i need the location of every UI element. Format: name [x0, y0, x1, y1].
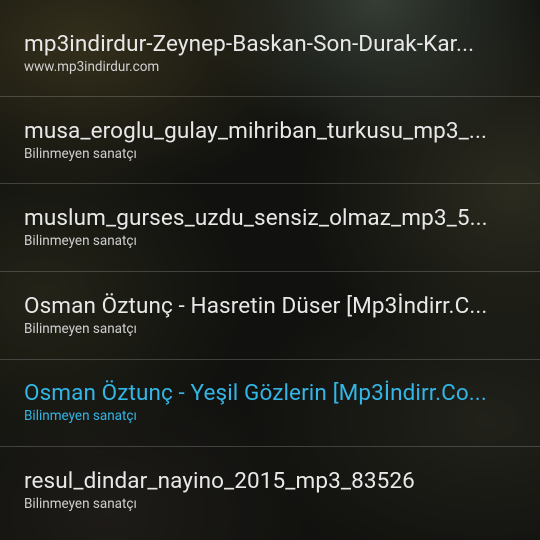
track-item[interactable]: resul_dindar_nayino_2015_mp3_83526 Bilin…: [0, 467, 540, 513]
track-item[interactable]: Osman Öztunç - Hasretin Düser [Mp3İndirr…: [0, 292, 540, 338]
track-title: resul_dindar_nayino_2015_mp3_83526: [24, 468, 415, 494]
track-subtitle: Bilinmeyen sanatçı: [24, 408, 137, 424]
track-title: Osman Öztunç - Hasretin Düser [Mp3İndirr…: [24, 293, 488, 319]
list-divider: [0, 446, 540, 447]
track-subtitle: Bilinmeyen sanatçı: [24, 496, 137, 512]
track-title: mp3indirdur-Zeynep-Baskan-Son-Durak-Kar.…: [24, 31, 475, 57]
track-subtitle: Bilinmeyen sanatçı: [24, 146, 137, 162]
list-divider: [0, 271, 540, 272]
list-divider: [0, 96, 540, 97]
track-subtitle: Bilinmeyen sanatçı: [24, 321, 137, 337]
track-subtitle: www.mp3indirdur.com: [24, 59, 160, 75]
track-title: muslum_gurses_uzdu_sensiz_olmaz_mp3_5...: [24, 205, 488, 231]
list-divider: [0, 359, 540, 360]
track-item[interactable]: musa_eroglu_gulay_mihriban_turkusu_mp3_.…: [0, 117, 540, 163]
track-item-active[interactable]: Osman Öztunç - Yeşil Gözlerin [Mp3İndirr…: [0, 379, 540, 425]
track-item[interactable]: muslum_gurses_uzdu_sensiz_olmaz_mp3_5...…: [0, 204, 540, 250]
track-subtitle: Bilinmeyen sanatçı: [24, 233, 137, 249]
track-title: Osman Öztunç - Yeşil Gözlerin [Mp3İndirr…: [24, 380, 487, 406]
list-divider: [0, 183, 540, 184]
track-title: musa_eroglu_gulay_mihriban_turkusu_mp3_.…: [24, 118, 488, 144]
track-item[interactable]: mp3indirdur-Zeynep-Baskan-Son-Durak-Kar.…: [0, 30, 540, 76]
